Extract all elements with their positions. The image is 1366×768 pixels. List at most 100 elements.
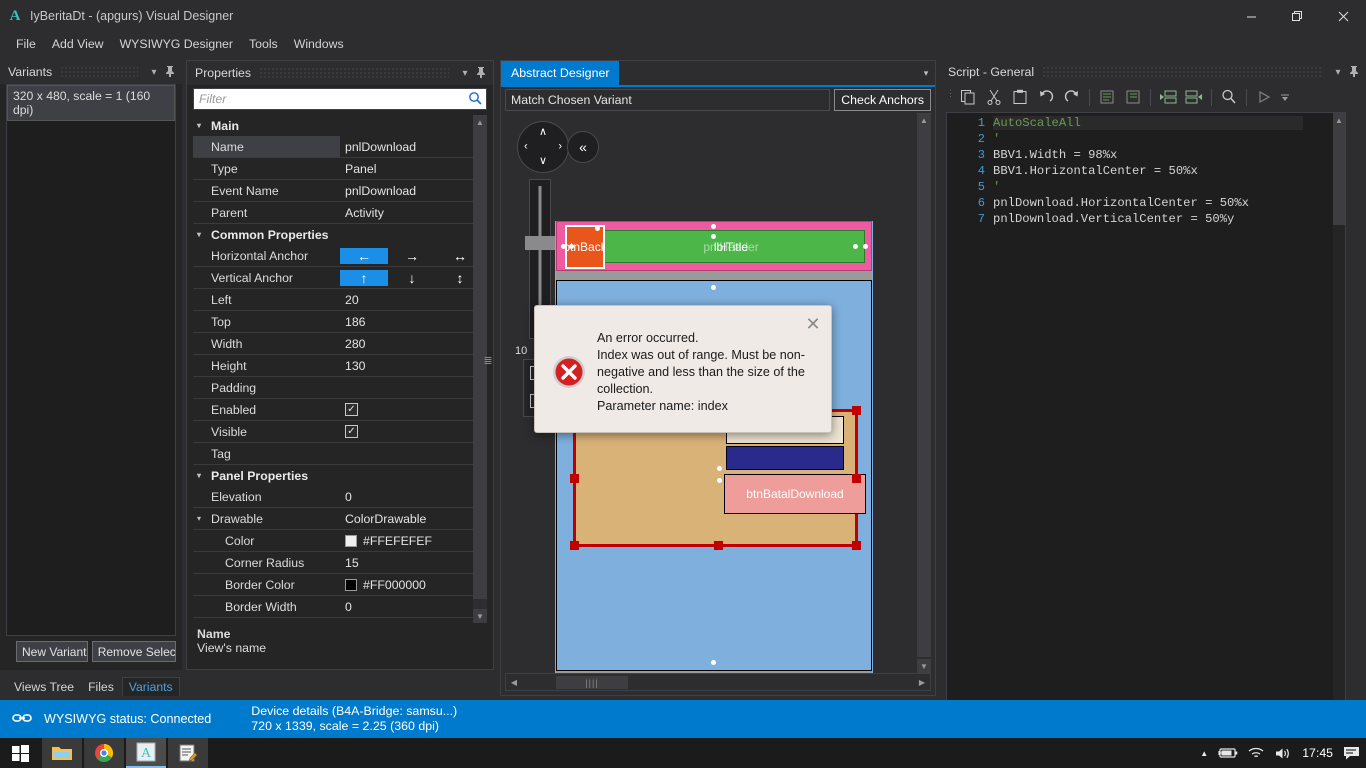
property-row-padding[interactable]: Padding bbox=[193, 377, 487, 399]
chevron-down-icon[interactable]: ▾ bbox=[1330, 67, 1346, 78]
chevron-down-icon[interactable]: ▾ bbox=[917, 61, 935, 85]
menu-tools[interactable]: Tools bbox=[241, 34, 286, 54]
property-row-name[interactable]: Name pnlDownload bbox=[193, 136, 487, 158]
remove-variant-button[interactable]: Remove Selec bbox=[92, 641, 176, 662]
chrome-icon[interactable] bbox=[84, 738, 124, 768]
toolbar-grip[interactable]: ⋮ bbox=[946, 88, 954, 106]
tab-variants[interactable]: Variants bbox=[122, 677, 180, 696]
code-line[interactable]: 7 pnlDownload.VerticalCenter = 50%y bbox=[947, 211, 1335, 227]
property-row-corner-radius[interactable]: Corner Radius 15 bbox=[193, 552, 487, 574]
property-row-enabled[interactable]: Enabled ✓ bbox=[193, 399, 487, 421]
scroll-down-arrow[interactable]: ▼ bbox=[917, 659, 931, 673]
nav-left-icon[interactable]: ‹ bbox=[524, 142, 528, 153]
anchor-right-button[interactable]: → bbox=[388, 248, 436, 264]
code-text[interactable]: ' bbox=[993, 132, 1000, 146]
selection-handle[interactable] bbox=[852, 406, 861, 415]
variants-list[interactable]: 320 x 480, scale = 1 (160 dpi) bbox=[6, 84, 176, 636]
minimize-button[interactable] bbox=[1228, 0, 1274, 32]
scroll-right-arrow[interactable]: ▶ bbox=[914, 674, 930, 690]
find-icon[interactable] bbox=[1217, 86, 1241, 108]
code-text[interactable]: pnlDownload.HorizontalCenter = 50%x bbox=[993, 196, 1249, 210]
battery-icon[interactable] bbox=[1218, 747, 1238, 759]
anchor-left-button[interactable]: ← bbox=[340, 248, 388, 264]
chevron-down-icon[interactable]: ▾ bbox=[457, 68, 473, 79]
property-value[interactable]: 280 bbox=[340, 333, 487, 354]
property-value[interactable]: #FFEFEFEF bbox=[340, 530, 487, 551]
variant-select[interactable]: Match Chosen Variant bbox=[505, 89, 830, 111]
resize-dot[interactable] bbox=[569, 244, 574, 249]
property-row-drawable[interactable]: ▾ Drawable ColorDrawable bbox=[193, 508, 487, 530]
resize-dot[interactable] bbox=[561, 244, 566, 249]
code-line[interactable]: 5 ' bbox=[947, 179, 1335, 195]
notepad-icon[interactable] bbox=[168, 738, 208, 768]
code-text[interactable]: BBV1.Width = 98%x bbox=[993, 148, 1117, 162]
property-row-horizontal-anchor[interactable]: Horizontal Anchor ← → ↔ bbox=[193, 245, 487, 267]
property-value[interactable]: pnlDownload bbox=[340, 180, 487, 201]
comment-icon[interactable] bbox=[1095, 86, 1119, 108]
property-row-tag[interactable]: Tag bbox=[193, 443, 487, 465]
check-anchors-button[interactable]: Check Anchors bbox=[834, 89, 931, 111]
property-group-main[interactable]: ▾ Main bbox=[193, 115, 487, 136]
nav-up-icon[interactable]: ∧ bbox=[539, 127, 547, 138]
tab-files[interactable]: Files bbox=[82, 678, 120, 696]
property-row-parent[interactable]: Parent Activity bbox=[193, 202, 487, 224]
scroll-left-arrow[interactable]: ◀ bbox=[506, 674, 522, 690]
code-text[interactable]: BBV1.HorizontalCenter = 50%x bbox=[993, 164, 1198, 178]
code-line[interactable]: 1 AutoScaleAll bbox=[947, 115, 1335, 131]
property-value[interactable]: Activity bbox=[340, 202, 487, 223]
property-row-border-color[interactable]: Border Color #FF000000 bbox=[193, 574, 487, 596]
canvas-horizontal-scrollbar[interactable]: ◀ |||| ▶ bbox=[505, 673, 931, 691]
scrollbar-thumb[interactable] bbox=[917, 127, 931, 657]
property-row-vertical-anchor[interactable]: Vertical Anchor ↑ ↓ ↕ bbox=[193, 267, 487, 289]
property-row-height[interactable]: Height 130 bbox=[193, 355, 487, 377]
selection-handle[interactable] bbox=[852, 474, 861, 483]
tab-views-tree[interactable]: Views Tree bbox=[8, 678, 80, 696]
redo-icon[interactable] bbox=[1060, 86, 1084, 108]
panel-splitter-handle[interactable]: ≣ bbox=[483, 351, 493, 371]
windows-logo-icon[interactable] bbox=[0, 738, 40, 768]
volume-icon[interactable] bbox=[1275, 747, 1292, 760]
variant-list-item[interactable]: 320 x 480, scale = 1 (160 dpi) bbox=[7, 85, 175, 121]
selection-handle[interactable] bbox=[570, 474, 579, 483]
anchor-top-button[interactable]: ↑ bbox=[340, 270, 388, 286]
property-value[interactable]: pnlDownload bbox=[340, 136, 487, 157]
property-group-common-properties[interactable]: ▾ Common Properties bbox=[193, 224, 487, 245]
property-row-type[interactable]: Type Panel bbox=[193, 158, 487, 180]
chevron-down-icon[interactable]: ▾ bbox=[146, 67, 162, 78]
menu-add-view[interactable]: Add View bbox=[44, 34, 112, 54]
indent-icon[interactable] bbox=[1156, 86, 1180, 108]
pin-icon[interactable] bbox=[473, 66, 489, 81]
search-icon[interactable] bbox=[464, 91, 486, 108]
code-text[interactable]: AutoScaleAll bbox=[993, 116, 1303, 130]
resize-dot[interactable] bbox=[711, 234, 716, 239]
code-line[interactable]: 2 ' bbox=[947, 131, 1335, 147]
selection-handle[interactable] bbox=[852, 541, 861, 550]
resize-dot[interactable] bbox=[711, 660, 716, 665]
run-icon[interactable] bbox=[1252, 86, 1276, 108]
resize-dot[interactable] bbox=[711, 285, 716, 290]
scroll-down-arrow[interactable]: ▼ bbox=[473, 609, 487, 623]
editor-vertical-scrollbar[interactable]: ▲ ▼ bbox=[1333, 113, 1345, 715]
resize-dot[interactable] bbox=[863, 244, 868, 249]
selection-handle[interactable] bbox=[570, 541, 579, 550]
nav-right-icon[interactable]: › bbox=[558, 142, 562, 153]
clock[interactable]: 17:45 bbox=[1302, 746, 1333, 760]
property-value[interactable]: 130 bbox=[340, 355, 487, 376]
view-btn-batal-download[interactable]: btnBatalDownload bbox=[724, 474, 866, 514]
cut-icon[interactable] bbox=[982, 86, 1006, 108]
property-row-visible[interactable]: Visible ✓ bbox=[193, 421, 487, 443]
error-dialog[interactable]: ✕ An error occurred. Index was out of ra… bbox=[534, 305, 832, 433]
property-value[interactable]: 0 bbox=[340, 596, 487, 617]
collapse-toolbar-button[interactable]: « bbox=[567, 131, 599, 163]
code-text[interactable]: pnlDownload.VerticalCenter = 50%y bbox=[993, 212, 1234, 226]
resize-dot[interactable] bbox=[711, 224, 716, 229]
view-inner-panel-2[interactable] bbox=[726, 446, 844, 470]
view-pnl-header[interactable]: pnlHeader lblTitle btnBack bbox=[556, 221, 872, 271]
code-line[interactable]: 4 BBV1.HorizontalCenter = 50%x bbox=[947, 163, 1335, 179]
nav-down-icon[interactable]: ∨ bbox=[539, 156, 547, 167]
scroll-up-arrow[interactable]: ▲ bbox=[917, 113, 931, 127]
property-row-border-width[interactable]: Border Width 0 bbox=[193, 596, 487, 618]
property-row-left[interactable]: Left 20 bbox=[193, 289, 487, 311]
resize-dot[interactable] bbox=[595, 226, 600, 231]
filter-input[interactable] bbox=[194, 92, 464, 106]
